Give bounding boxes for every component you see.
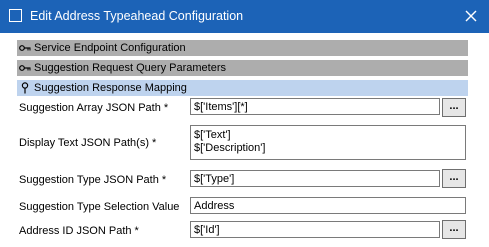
- display-text-line: $['Description']: [194, 142, 266, 154]
- address-id-browse-button[interactable]: ...: [442, 220, 466, 239]
- display-text-label: Display Text JSON Path(s) *: [19, 137, 157, 149]
- section-response-mapping[interactable]: Suggestion Response Mapping: [17, 80, 468, 96]
- display-text-field[interactable]: $['Text'] $['Description']: [190, 125, 466, 160]
- suggestion-type-label: Suggestion Type JSON Path *: [19, 174, 167, 186]
- section-label: Service Endpoint Configuration: [34, 42, 186, 54]
- pin-icon: [18, 81, 32, 95]
- close-button[interactable]: [461, 6, 481, 26]
- suggestion-type-browse-button[interactable]: ...: [442, 169, 466, 188]
- type-selection-label: Suggestion Type Selection Value: [19, 201, 180, 213]
- address-id-field[interactable]: [190, 221, 440, 238]
- window-icon: [9, 9, 22, 22]
- window-title: Edit Address Typeahead Configuration: [30, 9, 244, 23]
- type-selection-field[interactable]: [190, 197, 466, 214]
- address-id-label: Address ID JSON Path *: [19, 225, 139, 237]
- display-text-line: $['Text']: [194, 129, 231, 141]
- suggestion-array-browse-button[interactable]: ...: [442, 98, 466, 117]
- section-label: Suggestion Request Query Parameters: [34, 62, 226, 74]
- key-icon: [18, 61, 32, 75]
- key-icon: [18, 41, 32, 55]
- suggestion-array-label: Suggestion Array JSON Path *: [19, 102, 169, 114]
- section-label: Suggestion Response Mapping: [34, 82, 187, 94]
- suggestion-array-field[interactable]: [190, 98, 440, 115]
- suggestion-type-field[interactable]: [190, 170, 440, 187]
- title-bar: Edit Address Typeahead Configuration: [0, 0, 489, 33]
- section-query-parameters[interactable]: Suggestion Request Query Parameters: [17, 60, 468, 76]
- section-service-endpoint[interactable]: Service Endpoint Configuration: [17, 40, 468, 56]
- close-icon: [465, 10, 477, 22]
